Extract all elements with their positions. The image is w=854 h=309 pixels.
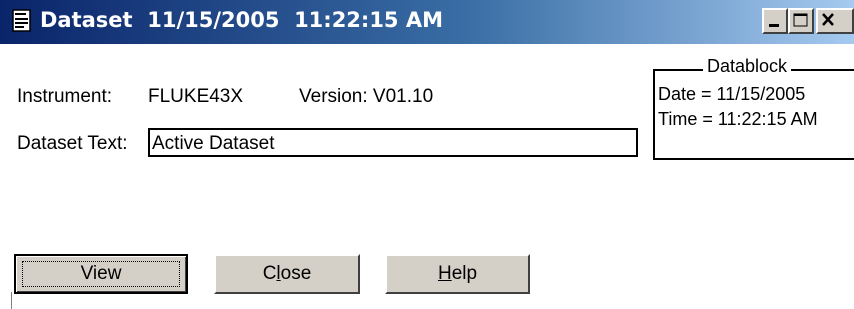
close-label-prefix: C (262, 263, 277, 284)
datablock-time: Time = 11:22:15 AM (658, 109, 818, 129)
maximize-button[interactable] (788, 8, 814, 34)
instrument-label: Instrument: (17, 86, 113, 107)
close-button-label: Close (263, 263, 312, 285)
help-button-label: Help (438, 263, 477, 285)
close-button[interactable]: Close (214, 254, 360, 294)
minimize-button[interactable] (762, 8, 788, 34)
maximize-icon (793, 13, 808, 27)
datablock-legend: Datablock (703, 56, 792, 77)
close-icon (822, 13, 834, 26)
minimize-icon (769, 24, 779, 27)
title-bar[interactable]: Dataset 11/15/2005 11:22:15 AM (0, 0, 854, 44)
dataset-text-input[interactable]: Active Dataset (148, 128, 638, 157)
version-text: Version: V01.10 (299, 86, 434, 107)
instrument-value: FLUKE43X (148, 86, 244, 107)
help-label-suffix: elp (451, 263, 478, 284)
view-button[interactable]: View (14, 254, 188, 294)
focus-rectangle (22, 261, 180, 287)
help-label-mnemonic: H (437, 263, 452, 284)
window-title: Dataset 11/15/2005 11:22:15 AM (40, 8, 443, 32)
close-window-button[interactable] (816, 8, 854, 34)
help-button[interactable]: Help (385, 254, 530, 294)
document-icon[interactable] (12, 9, 31, 32)
datablock-date: Date = 11/15/2005 (658, 84, 806, 104)
window-edge (11, 292, 12, 309)
close-label-suffix: ose (280, 263, 312, 284)
dataset-text-label: Dataset Text: (17, 133, 128, 154)
